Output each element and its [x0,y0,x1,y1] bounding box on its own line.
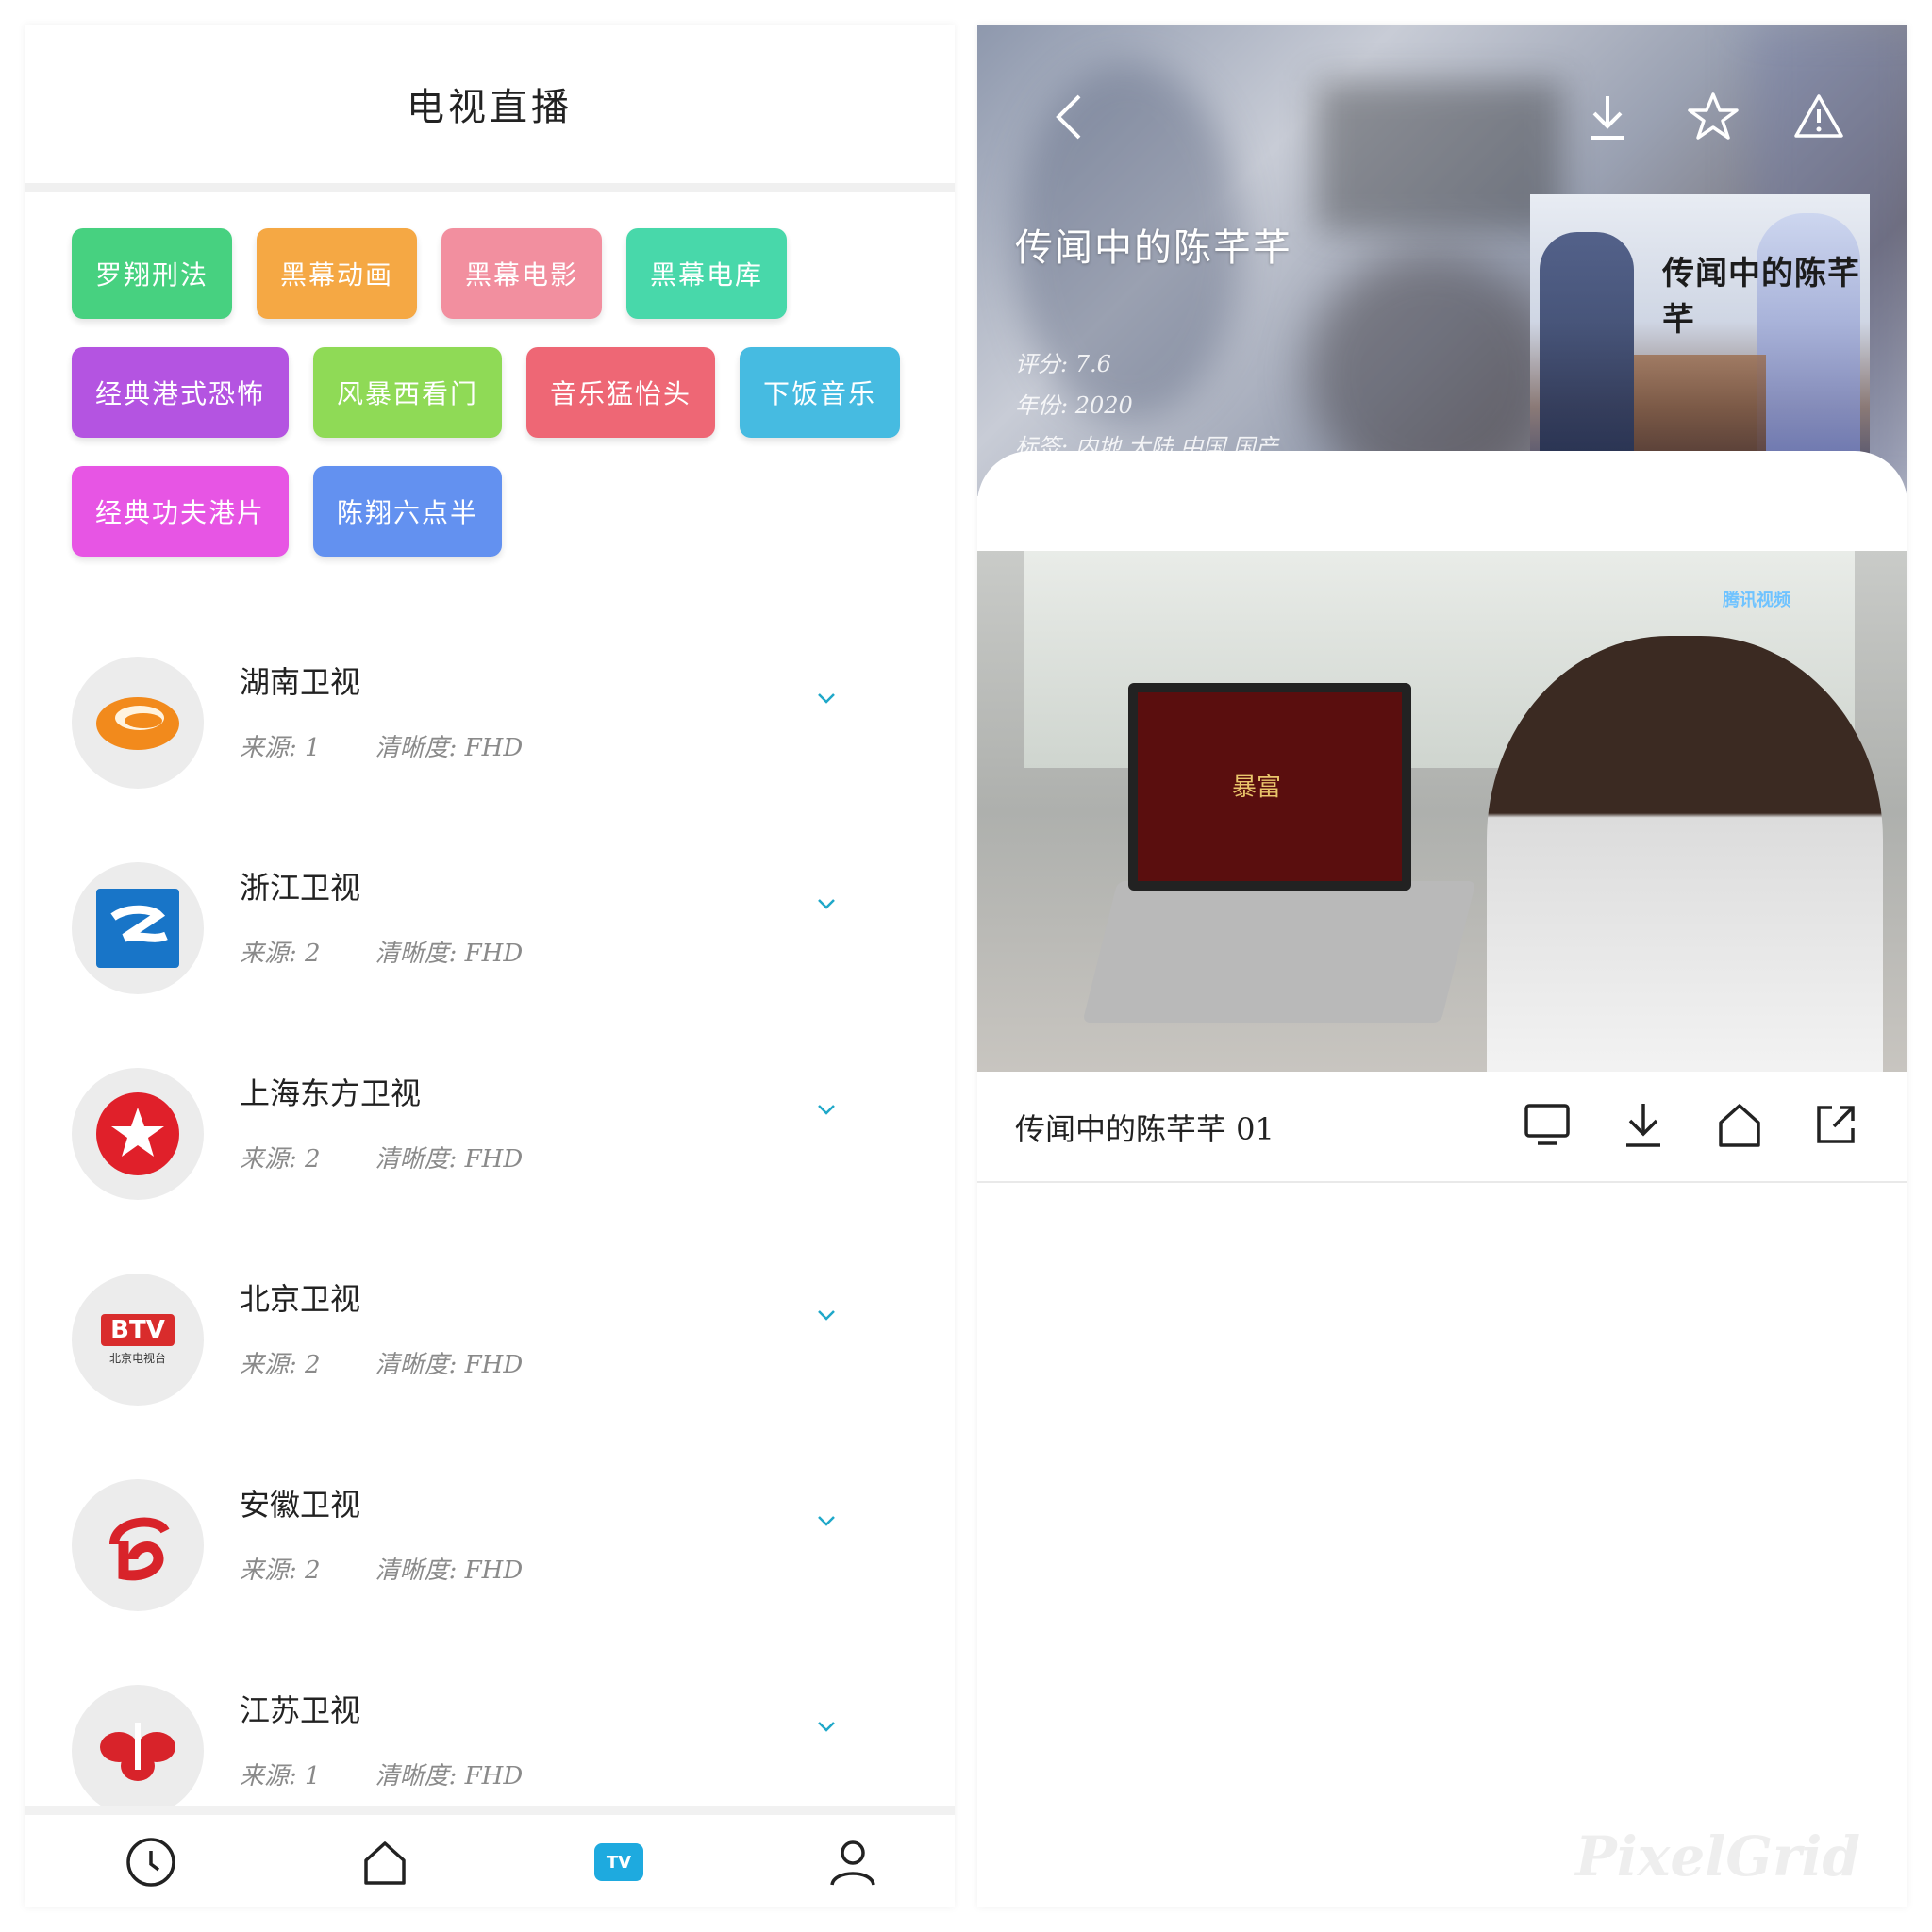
jiangsu-logo [72,1685,204,1817]
tv-icon-label: TV [606,1852,632,1873]
download-button[interactable] [1581,91,1634,143]
hunan-logo [72,657,204,789]
star-icon [1688,92,1739,140]
channel-source: 来源: 1 [240,1762,321,1790]
channel-source: 来源: 2 [240,1145,321,1174]
person-figure [1487,636,1883,1072]
channel-name: 安徽卫视 [240,1487,361,1523]
tag-button[interactable]: 风暴西看门 [313,347,502,438]
btv-logo-sub: 北京电视台 [108,1351,166,1365]
channel-meta: 来源: 2 清晰度: FHD [240,1551,523,1586]
channel-quality: 清晰度: FHD [375,1145,524,1174]
anhui-logo [72,1479,204,1611]
cast-button[interactable] [1521,1098,1574,1151]
tag-button[interactable]: 黑幕动画 [257,228,417,319]
channel-meta: 来源: 2 清晰度: FHD [240,1345,523,1380]
page-title: 电视直播 [407,86,573,129]
show-year: 年份: 2020 [1015,392,1133,419]
tv-live-screen: 电视直播 罗翔刑法 黑幕动画 黑幕电影 黑幕电库 经典港式恐怖 风暴西看门 音乐… [25,25,955,1907]
channel-name: 浙江卫视 [240,870,361,906]
channel-meta: 来源: 1 清晰度: FHD [240,728,523,763]
image-watermark: PixelGrid [1575,1824,1860,1889]
channel-item-btv[interactable]: BTV 北京电视台 北京卫视 来源: 2 清晰度: FHD [25,1264,955,1406]
download-icon [1626,1104,1660,1147]
nav-profile[interactable] [824,1834,881,1890]
tag-button[interactable]: 陈翔六点半 [313,466,502,557]
tag-button[interactable]: 下饭音乐 [740,347,900,438]
share-icon [1817,1106,1855,1143]
channel-item-jiangsu[interactable]: 江苏卫视 来源: 1 清晰度: FHD [25,1675,955,1817]
bottom-nav: TV [25,1806,955,1907]
channel-meta: 来源: 1 清晰度: FHD [240,1757,523,1791]
zhejiang-logo [72,862,204,994]
channel-name: 湖南卫视 [240,664,361,700]
chevron-down-icon[interactable] [815,892,838,915]
tag-button[interactable]: 罗翔刑法 [72,228,232,319]
channel-source: 来源: 2 [240,1351,321,1379]
nav-history[interactable] [123,1834,179,1890]
channel-source: 来源: 1 [240,734,321,762]
chevron-down-icon[interactable] [815,687,838,709]
favorite-button[interactable] [1687,91,1740,143]
episode-download-button[interactable] [1617,1098,1670,1151]
content-sheet-edge [977,451,1907,496]
tag-button[interactable]: 黑幕电库 [626,228,787,319]
channel-name: 上海东方卫视 [240,1075,422,1111]
channel-item-dragon-tv[interactable]: 上海东方卫视 来源: 2 清晰度: FHD [25,1058,955,1200]
tag-button[interactable]: 经典功夫港片 [72,466,289,557]
episode-bar: 传闻中的陈芊芊 01 [977,1072,1907,1183]
tag-button[interactable]: 音乐猛怡头 [526,347,715,438]
top-bar: 电视直播 [25,25,955,192]
back-arrow-icon [1056,94,1081,140]
clock-icon [126,1838,175,1887]
warning-icon [1794,94,1843,138]
laptop-screen: 暴富 [1128,683,1411,891]
video-player[interactable]: 暴富 腾讯视频 [977,551,1907,1072]
tag-button[interactable]: 经典港式恐怖 [72,347,289,438]
channel-quality: 清晰度: FHD [375,1351,524,1379]
poster-title: 传闻中的陈芊芊 [1662,255,1860,339]
hero-banner: 传闻中的陈芊芊 评分: 7.6 年份: 2020 标签: 内地 大陆 中国 国产… [977,25,1907,496]
channel-quality: 清晰度: FHD [375,940,524,968]
download-icon [1591,96,1624,140]
platform-watermark: 腾讯视频 [1723,591,1790,610]
dragon-tv-logo [72,1068,204,1200]
back-button[interactable] [1043,91,1096,143]
show-title: 传闻中的陈芊芊 [1015,226,1292,270]
btv-logo: BTV 北京电视台 [72,1274,204,1406]
share-button[interactable] [1809,1098,1862,1151]
channel-meta: 来源: 2 清晰度: FHD [240,934,523,969]
show-poster: 传闻中的陈芊芊 [1530,194,1870,477]
show-rating: 评分: 7.6 [1015,351,1111,377]
channel-quality: 清晰度: FHD [375,734,524,762]
episode-title: 传闻中的陈芊芊 01 [1015,1111,1274,1147]
tv-icon: TV [594,1843,643,1881]
channel-name: 北京卫视 [240,1281,361,1317]
nav-home[interactable] [357,1834,413,1890]
btv-logo-text: BTV [101,1313,175,1346]
tag-button[interactable]: 黑幕电影 [441,228,602,319]
chevron-down-icon[interactable] [815,1098,838,1121]
home-icon [364,1841,406,1885]
episode-home-button[interactable] [1713,1098,1766,1151]
chevron-down-icon[interactable] [815,1304,838,1326]
nav-tv[interactable]: TV [591,1834,647,1890]
channel-item-zhejiang[interactable]: 浙江卫视 来源: 2 清晰度: FHD [25,853,955,994]
channel-item-hunan[interactable]: 湖南卫视 来源: 1 清晰度: FHD [25,647,955,789]
laptop-screen-text: 暴富 [1232,774,1282,802]
home-icon [1719,1104,1760,1147]
channel-source: 来源: 2 [240,1557,321,1585]
channel-meta: 来源: 2 清晰度: FHD [240,1140,523,1174]
channel-item-anhui[interactable]: 安徽卫视 来源: 2 清晰度: FHD [25,1470,955,1611]
user-icon [830,1840,875,1886]
chevron-down-icon[interactable] [815,1715,838,1738]
screen-icon [1524,1104,1570,1145]
chevron-down-icon[interactable] [815,1509,838,1532]
report-button[interactable] [1792,91,1845,143]
channel-quality: 清晰度: FHD [375,1557,524,1585]
channel-source: 来源: 2 [240,940,321,968]
channel-quality: 清晰度: FHD [375,1762,524,1790]
video-detail-screen: 传闻中的陈芊芊 评分: 7.6 年份: 2020 标签: 内地 大陆 中国 国产… [977,25,1907,1907]
channel-name: 江苏卫视 [240,1692,361,1728]
